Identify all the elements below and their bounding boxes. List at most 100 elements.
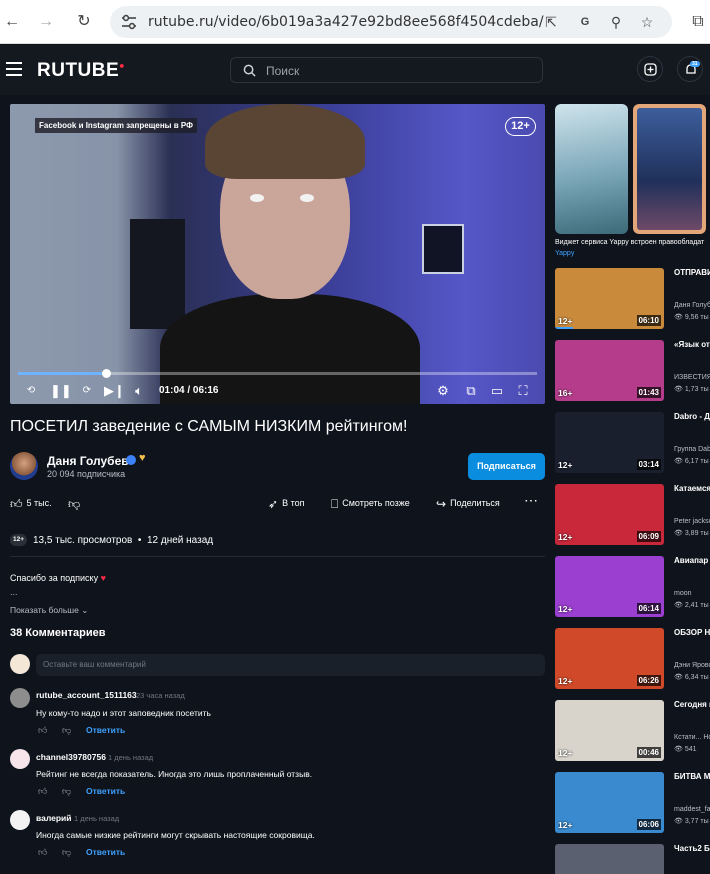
video-thumbnail[interactable]: 12+ 06:10: [555, 268, 664, 329]
menu-icon[interactable]: [6, 62, 22, 76]
video-player[interactable]: Facebook и Instagram запрещены в РФ 12+ …: [10, 104, 545, 404]
forward-10-icon[interactable]: ⟳: [78, 382, 96, 400]
comment-username[interactable]: rutube_account_1511163: [36, 690, 137, 700]
comment-input[interactable]: Оставьте ваш комментарий: [36, 654, 545, 676]
card-title[interactable]: «Язык от домашни: [674, 340, 710, 350]
video-thumbnail[interactable]: 12+ 06:14: [555, 556, 664, 617]
reply-button[interactable]: Ответить: [86, 725, 125, 735]
next-icon[interactable]: ▶❙: [104, 382, 125, 400]
recommendation-card[interactable]: 12+ 06:14 Авиапар Смешны moon 👁︎ 2,41 ты: [555, 556, 710, 620]
thumb-age-badge: 12+: [558, 532, 573, 542]
watched-bar: [555, 327, 573, 329]
comment-dislike-icon[interactable]: 👎︎: [62, 786, 71, 797]
rutube-logo[interactable]: RUTUBE●: [37, 60, 125, 82]
recommendation-card[interactable]: 16+ 01:43 «Язык от домашни ИЗВЕСТИЯ 👁︎ 1,73 …: [555, 340, 710, 404]
card-author[interactable]: maddest_fa: [674, 806, 710, 813]
watch-later-button[interactable]: ⎕ Смотреть позже: [331, 497, 410, 512]
translate-icon[interactable]: G: [576, 13, 594, 31]
recommendation-card[interactable]: 12+ 06:10 ОТПРАВИ лет НАЗА Даня Голуб 👁︎ 9,5…: [555, 268, 710, 332]
channel-name[interactable]: Даня Голубев: [47, 454, 129, 468]
pause-icon[interactable]: ❚❚: [50, 382, 72, 400]
eye-icon: 👁︎: [674, 674, 685, 681]
comment-like-icon[interactable]: 👍︎: [38, 847, 47, 858]
channel-avatar[interactable]: [10, 452, 38, 480]
address-bar[interactable]: rutube.ru/video/6b019a3a427e92bd8ee568f4…: [110, 6, 672, 38]
card-author[interactable]: Дэни Яровс: [674, 662, 710, 669]
reply-button[interactable]: Ответить: [86, 786, 125, 796]
recommendation-card[interactable]: 12+ 06:09 Катаемся Китайца Peter jacksc 👁︎ 3…: [555, 484, 710, 548]
recommendation-card[interactable]: 12+ 03:14 Dabro - Д навсегда Группа Dabr 👁︎ …: [555, 412, 710, 476]
comment-dislike-icon[interactable]: 👎︎: [62, 847, 71, 858]
video-thumbnail[interactable]: 16+ 01:43: [555, 340, 664, 401]
pip-icon[interactable]: ⧉: [462, 382, 480, 400]
card-view-count: 541: [684, 746, 697, 753]
card-author[interactable]: Группа Dabr: [674, 446, 710, 453]
card-title[interactable]: Авиапар Смешны: [674, 556, 710, 566]
comment-dislike-icon[interactable]: 👎︎: [62, 725, 71, 736]
card-author[interactable]: Даня Голуб: [674, 302, 710, 309]
subscribe-button[interactable]: Подписаться: [468, 453, 545, 480]
share-icon: ↪: [436, 497, 447, 511]
settings-gear-icon[interactable]: ⚙: [434, 382, 452, 400]
card-view-count: 6,17 ты: [684, 458, 709, 465]
bookmark-star-icon[interactable]: ☆: [638, 13, 656, 31]
ad-thumbnail-2[interactable]: [633, 104, 706, 234]
extensions-icon[interactable]: ⧉: [688, 12, 708, 32]
card-title[interactable]: Dabro - Д навсегда: [674, 412, 710, 422]
reload-icon[interactable]: ↻: [74, 12, 94, 32]
like-button[interactable]: 👍︎ 5 тыс.: [10, 497, 52, 512]
card-author[interactable]: Кстати... Но: [674, 734, 710, 741]
upload-button[interactable]: [637, 56, 663, 82]
video-thumbnail[interactable]: 12+ 03:14: [555, 412, 664, 473]
show-more-button[interactable]: Показать больше ⌄: [10, 605, 88, 616]
open-in-app-icon[interactable]: ⇱: [542, 13, 560, 31]
progress-bar[interactable]: [18, 369, 537, 378]
top-button[interactable]: ➶ В топ: [268, 497, 304, 511]
video-thumbnail[interactable]: 12+ 06:06: [555, 772, 664, 833]
theater-mode-icon[interactable]: ▭: [488, 382, 506, 400]
card-title[interactable]: БИТВА М Бешеная: [674, 772, 710, 782]
comment-avatar[interactable]: [10, 810, 30, 830]
card-author[interactable]: ИЗВЕСТИЯ: [674, 374, 710, 381]
card-title[interactable]: Сегодня программ: [674, 700, 710, 710]
fullscreen-icon[interactable]: ⛶: [514, 382, 532, 400]
comment-username[interactable]: channel39780756: [36, 752, 106, 762]
comment-like-icon[interactable]: 👍︎: [38, 786, 47, 797]
rewind-10-icon[interactable]: ⟲: [22, 382, 40, 400]
zoom-icon[interactable]: ⚲: [607, 13, 625, 31]
site-settings-icon[interactable]: [120, 14, 138, 30]
notifications-button[interactable]: 31: [677, 56, 703, 82]
video-thumbnail[interactable]: 12+ 00:46: [555, 700, 664, 761]
url-text: rutube.ru/video/6b019a3a427e92bd8ee568f4…: [148, 14, 544, 30]
comment-username[interactable]: валерий: [36, 813, 72, 823]
forward-icon[interactable]: →: [36, 12, 56, 32]
card-author[interactable]: Peter jacksc: [674, 518, 710, 525]
recommendation-card[interactable]: 12+ 00:46 Сегодня программ Кстати... Но 👁︎ 5…: [555, 700, 710, 764]
back-icon[interactable]: ←: [2, 12, 22, 32]
card-views: 👁︎ 6,17 ты: [674, 457, 709, 465]
card-title[interactable]: Часть2 Б массажн: [674, 844, 710, 854]
recommendation-card[interactable]: Часть2 Б массажн: [555, 844, 710, 874]
card-title[interactable]: ОТПРАВИ лет НАЗА: [674, 268, 710, 278]
dislike-button[interactable]: 👎︎: [68, 497, 84, 512]
mute-icon[interactable]: 🔈︎: [130, 382, 148, 400]
reply-button[interactable]: Ответить: [86, 847, 125, 857]
card-author[interactable]: moon: [674, 590, 692, 597]
more-options-icon[interactable]: ⋯: [524, 492, 538, 509]
video-thumbnail[interactable]: 12+ 06:26: [555, 628, 664, 689]
card-title[interactable]: ОБЗОР Н РЕАЛИТ: [674, 628, 710, 638]
video-thumbnail[interactable]: [555, 844, 664, 874]
recommendation-card[interactable]: 12+ 06:06 БИТВА М Бешеная maddest_fa 👁︎ 3,77…: [555, 772, 710, 836]
recommendation-card[interactable]: 12+ 06:26 ОБЗОР Н РЕАЛИТ Дэни Яровс 👁︎ 6,34 …: [555, 628, 710, 692]
ad-source-link[interactable]: Yappy: [555, 250, 574, 257]
comment-like-icon[interactable]: 👍︎: [38, 725, 47, 736]
card-title[interactable]: Катаемся Китайца: [674, 484, 710, 494]
video-description: Спасибо за подписку ♥: [10, 573, 106, 583]
comment-avatar[interactable]: [10, 688, 30, 708]
comment-avatar[interactable]: [10, 749, 30, 769]
search-input[interactable]: Поиск: [230, 57, 543, 83]
share-button[interactable]: ↪ Поделиться: [436, 497, 500, 511]
eye-icon: 👁︎: [674, 458, 685, 465]
ad-thumbnail-1[interactable]: [555, 104, 628, 234]
video-thumbnail[interactable]: 12+ 06:09: [555, 484, 664, 545]
